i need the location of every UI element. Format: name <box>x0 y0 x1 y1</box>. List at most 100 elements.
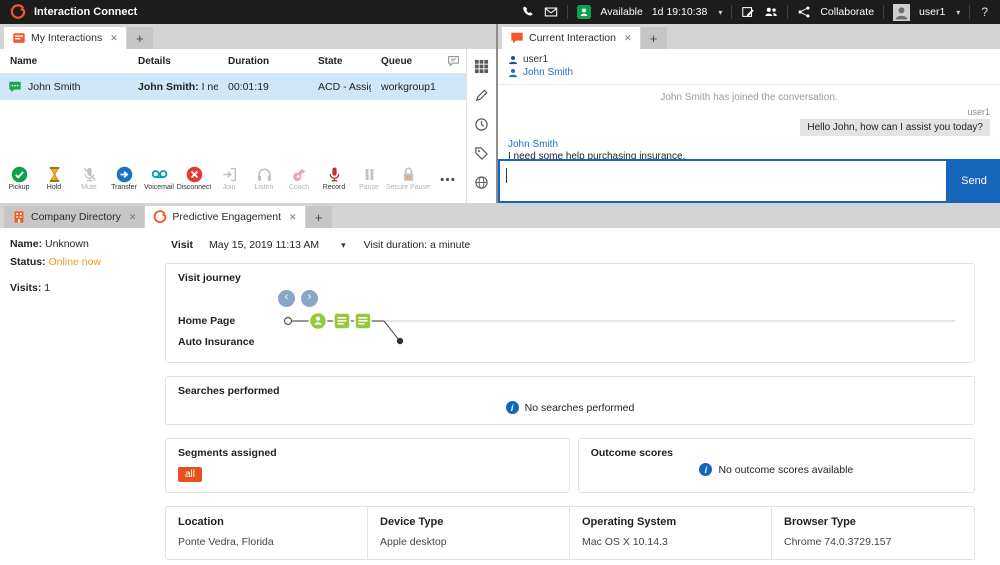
tab-label: Predictive Engagement <box>172 211 281 223</box>
interactions-header: NameDetailsDurationStateQueue <box>0 49 466 74</box>
detail-location: LocationPonte Vedra, Florida <box>166 507 368 559</box>
participant[interactable]: user1 <box>508 54 990 65</box>
detail-value: Chrome 74.0.3729.157 <box>784 536 962 548</box>
compose-icon[interactable] <box>741 5 755 19</box>
email-icon[interactable] <box>544 5 558 19</box>
journey-prev-button[interactable]: ‹ <box>278 290 295 307</box>
journey-next-button[interactable]: › <box>301 290 318 307</box>
view-options-strip <box>466 49 496 203</box>
tab-label: Current Interaction <box>529 32 616 44</box>
column-header-details[interactable]: Details <box>128 56 218 67</box>
pickup-button[interactable]: Pickup <box>2 166 36 191</box>
app-title: Interaction Connect <box>34 6 137 18</box>
disconnect-button[interactable]: Disconnect <box>177 166 211 191</box>
secure-pause-button[interactable]: Secure Pause <box>387 166 429 191</box>
column-header-name[interactable]: Name <box>0 56 128 67</box>
close-icon[interactable]: ✕ <box>624 33 632 44</box>
message-text: Hello John, how can I assist you today? <box>800 119 990 136</box>
close-icon[interactable]: ✕ <box>289 212 297 223</box>
detail-operating-system: Operating SystemMac OS X 10.14.3 <box>570 507 772 559</box>
phone-icon[interactable] <box>521 5 535 19</box>
more-icon <box>439 171 456 188</box>
visit-date-dropdown[interactable]: May 15, 2019 11:13 AM ▾ <box>209 239 346 251</box>
collaborate-label[interactable]: Collaborate <box>820 6 874 18</box>
pause-button[interactable]: Pause <box>352 166 386 191</box>
session-timer[interactable]: 1d 19:10:38 <box>652 6 707 18</box>
voicemail-icon <box>151 166 168 183</box>
tab-predictive-engagement[interactable]: Predictive Engagement ✕ <box>145 206 304 228</box>
people-icon[interactable] <box>764 5 778 19</box>
chat-message-incoming: John Smith I need some help purchasing i… <box>508 139 990 159</box>
voicemail-button[interactable]: Voicemail <box>142 166 176 191</box>
hold-button[interactable]: Hold <box>37 166 71 191</box>
detail-value: Ponte Vedra, Florida <box>178 536 355 548</box>
searches-card: Searches performed i No searches perform… <box>165 376 975 425</box>
send-button[interactable]: Send <box>948 159 1000 203</box>
notes-icon[interactable] <box>474 88 489 103</box>
status-label[interactable]: Available <box>600 6 642 18</box>
column-header-queue[interactable]: Queue <box>371 56 438 67</box>
visit-journey-card: Visit journey ‹ › Home Page Auto Insuran… <box>165 263 975 363</box>
card-title: Outcome scores <box>591 447 962 459</box>
chevron-down-icon[interactable]: ▾ <box>718 8 722 17</box>
visitor-details: LocationPonte Vedra, FloridaDevice TypeA… <box>165 506 975 560</box>
add-tab-button[interactable]: + <box>306 206 332 228</box>
grid-view-icon[interactable] <box>474 59 489 74</box>
genesys-tab-icon <box>153 210 167 224</box>
collaborate-icon[interactable] <box>797 5 811 19</box>
interaction-duration: 00:01:19 <box>218 81 308 93</box>
mute-button[interactable]: Mute <box>72 166 106 191</box>
chat-input-row: Send <box>498 159 1000 203</box>
visit-duration: Visit duration: a minute <box>364 239 471 251</box>
listen-button[interactable]: Listen <box>247 166 281 191</box>
hold-icon <box>46 166 63 183</box>
toolbar-button-label: Listen <box>255 184 274 191</box>
toolbar-button-label: Secure Pause <box>386 184 430 191</box>
join-button[interactable]: Join <box>212 166 246 191</box>
journey-page: Auto Insurance <box>178 331 278 352</box>
close-icon[interactable]: ✕ <box>110 33 118 44</box>
tab-current-interaction[interactable]: Current Interaction ✕ <box>502 27 640 49</box>
current-interaction-panel: Current Interaction ✕ + user1 John Smith… <box>498 24 1000 203</box>
chevron-down-icon[interactable]: ▾ <box>956 8 960 17</box>
help-button[interactable]: ? <box>979 5 990 19</box>
chevron-down-icon: ▾ <box>341 240 346 251</box>
username[interactable]: user1 <box>919 6 945 18</box>
tag-icon[interactable] <box>474 146 489 161</box>
tab-my-interactions[interactable]: My Interactions ✕ <box>4 27 126 49</box>
toolbar-button-label: Mute <box>81 184 97 191</box>
participants-list: user1 John Smith <box>498 49 1000 85</box>
close-icon[interactable]: ✕ <box>129 212 137 223</box>
toolbar-button-label: Pickup <box>8 184 29 191</box>
interaction-row[interactable]: John Smith John Smith: I need so... 00:0… <box>0 74 466 100</box>
interaction-details: John Smith: I need so... <box>128 81 218 93</box>
chat-tab-icon <box>510 31 524 45</box>
user-avatar[interactable] <box>893 4 910 21</box>
text-caret <box>506 168 507 183</box>
status-available-icon[interactable] <box>577 5 591 19</box>
predictive-engagement-panel: Company Directory ✕ Predictive Engagemen… <box>0 203 1000 565</box>
add-tab-button[interactable]: + <box>641 27 667 49</box>
tab-company-directory[interactable]: Company Directory ✕ <box>4 206 144 228</box>
column-header-state[interactable]: State <box>308 56 371 67</box>
globe-icon[interactable] <box>474 175 489 190</box>
detail-label: Operating System <box>582 516 759 528</box>
message-author[interactable]: John Smith <box>508 139 990 150</box>
person-icon <box>508 68 518 78</box>
join-icon <box>221 166 238 183</box>
chat-input[interactable] <box>498 159 948 203</box>
more-button[interactable] <box>430 166 464 189</box>
column-header-duration[interactable]: Duration <box>218 56 308 67</box>
transfer-button[interactable]: Transfer <box>107 166 141 191</box>
pause-icon <box>361 166 378 183</box>
participant[interactable]: John Smith <box>508 67 990 78</box>
history-icon[interactable] <box>474 117 489 132</box>
transfer-icon <box>116 166 133 183</box>
detail-value: Apple desktop <box>380 536 557 548</box>
visit-row: Visit May 15, 2019 11:13 AM ▾ Visit dura… <box>171 239 975 251</box>
toolbar-button-label: Record <box>323 184 346 191</box>
coach-button[interactable]: Coach <box>282 166 316 191</box>
queue-view-icon[interactable] <box>438 55 466 68</box>
add-tab-button[interactable]: + <box>127 27 153 49</box>
record-button[interactable]: Record <box>317 166 351 191</box>
